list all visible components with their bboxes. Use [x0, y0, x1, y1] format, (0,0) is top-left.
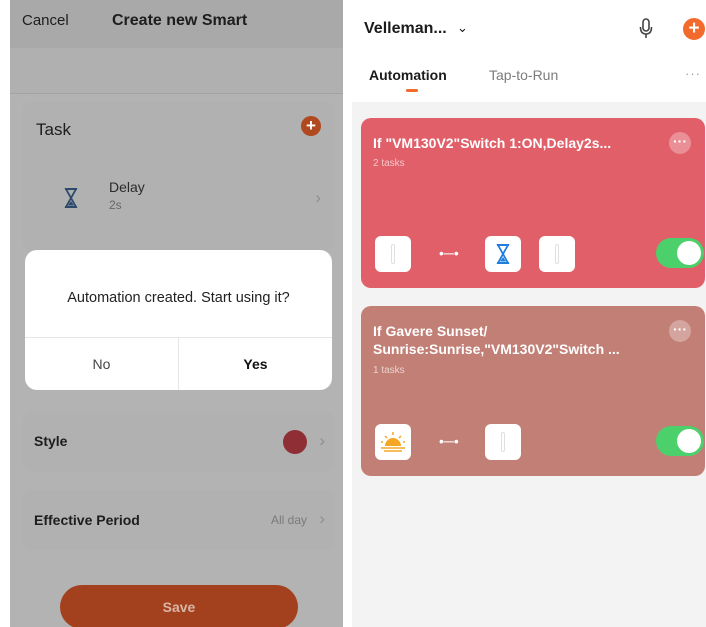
- effective-period-row[interactable]: Effective Period All day ›: [22, 490, 335, 550]
- task-item-value: 2s: [109, 198, 122, 212]
- automation-title: If Gavere Sunset/ Sunrise:Sunrise,"VM130…: [373, 323, 620, 357]
- smart-scenes-screen: Velleman... ⌄ + Automation Tap-to-Run ··…: [352, 0, 706, 627]
- tab-tap-to-run[interactable]: Tap-to-Run: [489, 67, 558, 83]
- active-tab-indicator: [406, 89, 418, 92]
- automation-card[interactable]: If Gavere Sunset/ Sunrise:Sunrise,"VM130…: [361, 306, 705, 476]
- page-title: Create new Smart: [112, 12, 248, 29]
- cancel-button[interactable]: Cancel: [22, 12, 69, 29]
- scenes-header: Velleman... ⌄ + Automation Tap-to-Run ··…: [352, 0, 706, 102]
- arrow-icon: •─•: [439, 245, 459, 261]
- style-label: Style: [34, 433, 68, 449]
- more-options-icon[interactable]: ···: [669, 132, 691, 154]
- task-section-title: Task: [36, 120, 71, 139]
- automation-task-count: 1 tasks: [373, 365, 405, 376]
- create-smart-header: Cancel Create new Smart: [10, 0, 343, 48]
- automation-card[interactable]: If "VM130V2"Switch 1:ON,Delay2s... 2 tas…: [361, 118, 705, 288]
- effective-period-value: All day: [270, 513, 307, 527]
- plus-icon[interactable]: +: [683, 18, 705, 40]
- more-options-icon[interactable]: ···: [669, 320, 691, 342]
- switch-device-icon: [539, 236, 575, 272]
- automation-task-count: 2 tasks: [373, 158, 405, 169]
- automation-toggle[interactable]: [656, 426, 704, 456]
- chevron-down-icon[interactable]: ⌄: [457, 20, 468, 36]
- automation-title: If "VM130V2"Switch 1:ON,Delay2s...: [373, 135, 612, 151]
- confirmation-dialog: Automation created. Start using it? No Y…: [25, 250, 332, 390]
- switch-device-icon: [485, 424, 521, 460]
- automation-toggle[interactable]: [656, 238, 704, 268]
- style-color-swatch[interactable]: [283, 430, 307, 454]
- condition-section: [10, 48, 343, 94]
- effective-period-label: Effective Period: [34, 512, 140, 528]
- add-task-icon[interactable]: +: [301, 116, 321, 136]
- more-icon[interactable]: ···: [685, 66, 701, 81]
- dialog-message: Automation created. Start using it?: [67, 290, 290, 306]
- create-smart-screen: Cancel Create new Smart Task + Delay 2s …: [10, 0, 343, 627]
- tab-automation[interactable]: Automation: [369, 67, 447, 83]
- task-item-label[interactable]: Delay: [109, 179, 145, 195]
- task-card: Task + Delay 2s ›: [22, 102, 335, 250]
- arrow-icon: •─•: [439, 433, 459, 449]
- dialog-yes-button[interactable]: Yes: [179, 338, 332, 390]
- hourglass-icon: [64, 188, 78, 208]
- home-selector[interactable]: Velleman...: [364, 20, 447, 38]
- switch-device-icon: [375, 236, 411, 272]
- chevron-right-icon[interactable]: ›: [319, 509, 325, 529]
- chevron-right-icon[interactable]: ›: [315, 188, 321, 208]
- chevron-right-icon[interactable]: ›: [319, 431, 325, 451]
- sunrise-icon: [375, 424, 411, 460]
- dialog-no-button[interactable]: No: [25, 338, 178, 390]
- microphone-icon[interactable]: [639, 18, 653, 40]
- hourglass-icon: [485, 236, 521, 272]
- save-button[interactable]: Save: [60, 585, 298, 627]
- style-row[interactable]: Style ›: [22, 412, 335, 472]
